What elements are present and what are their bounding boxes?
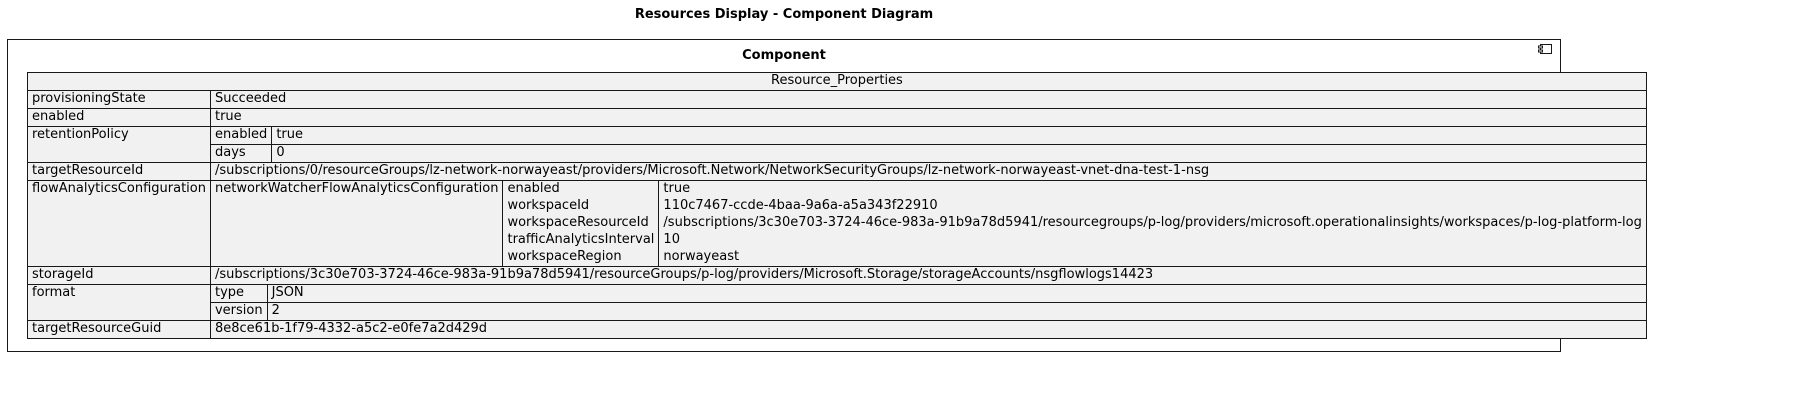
property-value: networkWatcherFlowAnalyticsConfiguration…	[209, 180, 1647, 267]
property-value: 8e8ce61b-1f79-4332-a5c2-e0fe7a2d429d	[209, 320, 1647, 339]
table-row: enabled true	[27, 108, 1647, 127]
property-key: format	[27, 284, 211, 321]
diagram-title: Resources Display - Component Diagram	[634, 7, 934, 22]
property-value: 2	[266, 302, 1646, 320]
property-key: trafficAnalyticsInterval	[503, 232, 660, 249]
property-key: retentionPolicy	[27, 126, 211, 163]
table-row: flowAnalyticsConfiguration networkWatche…	[27, 180, 1647, 267]
property-key: flowAnalyticsConfiguration	[27, 180, 211, 267]
table-row: provisioningState Succeeded	[27, 90, 1647, 109]
property-value: Succeeded	[209, 90, 1647, 109]
property-key: enabled	[27, 108, 211, 127]
property-value: /subscriptions/3c30e703-3724-46ce-983a-9…	[658, 215, 1646, 232]
property-value: true	[658, 181, 1646, 198]
property-value: norwayeast	[658, 249, 1646, 266]
property-key: days	[210, 144, 273, 162]
component-title: Component	[742, 48, 826, 63]
table-row: targetResourceGuid 8e8ce61b-1f79-4332-a5…	[27, 320, 1647, 339]
property-key: storageId	[27, 266, 211, 285]
component-box: Component Resource_Properties provisioni…	[7, 39, 1647, 352]
property-key: workspaceId	[503, 198, 660, 215]
property-key: enabled	[210, 127, 273, 145]
property-value: /subscriptions/3c30e703-3724-46ce-983a-9…	[209, 266, 1647, 285]
property-key: enabled	[503, 181, 660, 198]
property-value: enabled true days 0	[209, 126, 1647, 163]
property-value: 0	[271, 144, 1646, 162]
property-key: workspaceRegion	[503, 249, 660, 266]
property-key: workspaceResourceId	[503, 215, 660, 232]
property-key: targetResourceGuid	[27, 320, 211, 339]
property-value: type JSON version 2	[209, 284, 1647, 321]
property-value: 10	[658, 232, 1646, 249]
table-row: retentionPolicy enabled true days 0	[27, 126, 1647, 163]
property-key: type	[210, 285, 268, 303]
property-key: provisioningState	[27, 90, 211, 109]
property-value: true	[271, 127, 1646, 145]
table-row: format type JSON version 2	[27, 284, 1647, 321]
property-value: JSON	[266, 285, 1646, 303]
flow-analytics-table: networkWatcherFlowAnalyticsConfiguration…	[210, 181, 1646, 266]
property-value: enabled true workspaceId 110c7467-ccde-4…	[502, 181, 1646, 266]
property-value: 110c7467-ccde-4baa-9a6a-a5a343f22910	[658, 198, 1646, 215]
property-key: targetResourceId	[27, 162, 211, 181]
property-key: version	[210, 302, 268, 320]
format-table: type JSON version 2	[210, 285, 1646, 320]
table-row: storageId /subscriptions/3c30e703-3724-4…	[27, 266, 1647, 285]
resource-properties-table: Resource_Properties provisioningState Su…	[27, 72, 1647, 339]
table-header: Resource_Properties	[27, 72, 1647, 91]
network-watcher-config-table: enabled true workspaceId 110c7467-ccde-4…	[503, 181, 1646, 266]
property-value: true	[209, 108, 1647, 127]
property-value: /subscriptions/0/resourceGroups/lz-netwo…	[209, 162, 1647, 181]
retention-policy-table: enabled true days 0	[210, 127, 1646, 162]
table-row: targetResourceId /subscriptions/0/resour…	[27, 162, 1647, 181]
property-key: networkWatcherFlowAnalyticsConfiguration	[210, 181, 504, 266]
